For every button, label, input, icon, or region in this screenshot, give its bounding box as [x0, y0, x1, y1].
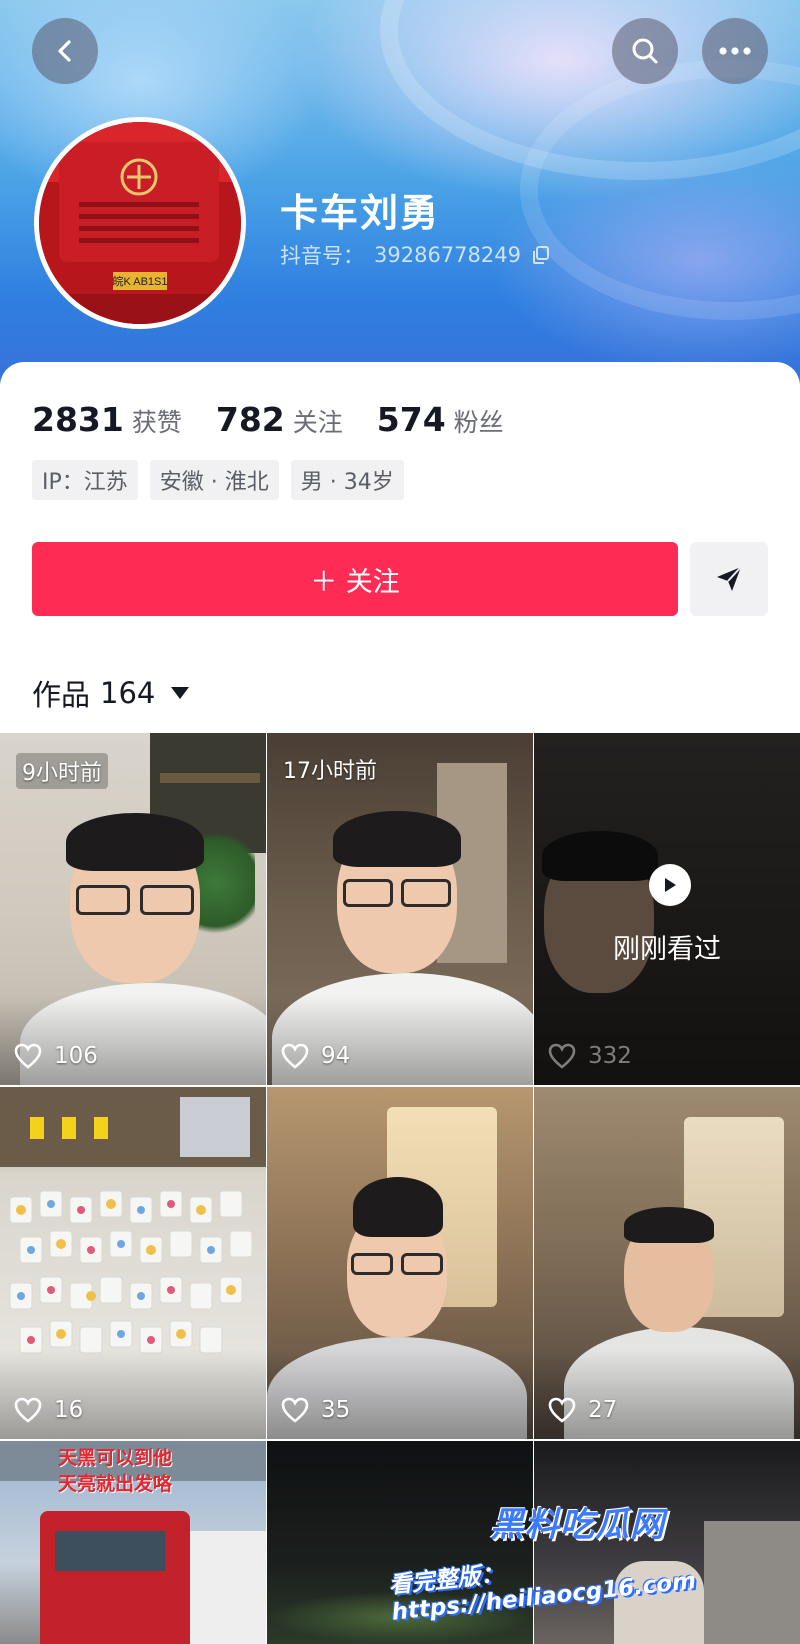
tag-ip: IP：江苏 [32, 460, 138, 500]
likes-count: 35 [321, 1397, 351, 1423]
heart-icon [281, 1043, 309, 1069]
truck-avatar-image: 皖K AB1S1 [39, 122, 241, 324]
search-button[interactable] [612, 18, 678, 84]
video-tile[interactable]: 9小时前 106 [0, 733, 266, 1085]
stat-followers[interactable]: 574 粉丝 [377, 400, 504, 439]
back-button[interactable] [32, 18, 98, 84]
profile-banner: 皖K AB1S1 卡车刘勇 抖音号： 39286778249 [0, 0, 800, 400]
video-likes: 27 [548, 1397, 617, 1423]
profile-nickname: 卡车刘勇 [280, 191, 441, 235]
video-tile[interactable]: 16 [0, 1087, 266, 1439]
video-grid: 9小时前 106 17小时前 94 刚刚看过 332 16 35 27 天黑可以… [0, 733, 800, 1644]
account-id-row: 抖音号： 39286778249 [280, 240, 551, 270]
profile-card: 2831 获赞 782 关注 574 粉丝 IP：江苏 安徽 · 淮北 男 · … [0, 362, 800, 732]
message-button[interactable] [690, 542, 768, 616]
works-label: 作品 [32, 678, 91, 712]
stat-following[interactable]: 782 关注 [216, 400, 343, 439]
stat-likes[interactable]: 2831 获赞 [32, 400, 182, 439]
account-id-value: 39286778249 [374, 243, 521, 267]
copy-icon[interactable] [531, 245, 551, 265]
play-icon [665, 878, 676, 892]
video-likes: 332 [548, 1043, 632, 1069]
thumbnail-shade [0, 995, 266, 1085]
video-tile[interactable]: 27 [534, 1087, 800, 1439]
stat-value: 782 [215, 400, 285, 439]
account-id-label: 抖音号： [280, 244, 364, 268]
stat-value: 574 [376, 400, 446, 439]
heart-icon [14, 1043, 42, 1069]
likes-count: 94 [321, 1043, 351, 1069]
profile-tags: IP：江苏 安徽 · 淮北 男 · 34岁 [32, 460, 404, 500]
back-icon [58, 40, 71, 62]
follow-button-label: ＋ 关注 [310, 566, 400, 598]
tag-location: 安徽 · 淮北 [149, 460, 279, 500]
works-tab[interactable]: 作品 164 [32, 672, 190, 714]
video-tile[interactable]: 17小时前 94 [267, 733, 533, 1085]
video-caption-line: 天亮就出发咯 [58, 1473, 173, 1495]
video-caption-line: 天黑可以到他 [58, 1447, 173, 1469]
stats-row: 2831 获赞 782 关注 574 粉丝 [32, 400, 538, 439]
thumbnail-shade [0, 1349, 266, 1439]
heart-icon [548, 1043, 576, 1069]
likes-count: 16 [54, 1397, 84, 1423]
tag-gender-age: 男 · 34岁 [290, 460, 404, 500]
video-likes: 35 [281, 1397, 350, 1423]
video-time-badge: 9小时前 [16, 753, 108, 789]
stat-label: 粉丝 [453, 408, 504, 437]
stat-value: 2831 [32, 400, 124, 439]
follow-button[interactable]: ＋ 关注 [32, 542, 678, 616]
heart-icon [281, 1397, 309, 1423]
likes-count: 332 [588, 1043, 632, 1069]
thumbnail-shade [267, 995, 533, 1085]
thumbnail-shade [534, 1349, 800, 1439]
thumbnail-shade [267, 1349, 533, 1439]
search-icon [632, 38, 658, 64]
video-tile[interactable]: 刚刚看过 332 [534, 733, 800, 1085]
share-send-icon [717, 566, 742, 591]
video-likes: 16 [14, 1397, 83, 1423]
more-icon [719, 47, 751, 55]
video-tile[interactable]: 天黑可以到他 天亮就出发咯 [0, 1441, 266, 1644]
video-tile[interactable]: 35 [267, 1087, 533, 1439]
more-button[interactable] [702, 18, 768, 84]
stat-label: 获赞 [131, 408, 182, 437]
likes-count: 27 [588, 1397, 618, 1423]
avatar[interactable]: 皖K AB1S1 [34, 117, 246, 329]
video-time-badge: 17小时前 [283, 759, 377, 784]
heart-icon [14, 1397, 42, 1423]
likes-count: 106 [54, 1043, 98, 1069]
works-count: 164 [100, 676, 156, 710]
video-likes: 106 [14, 1043, 98, 1069]
stat-label: 关注 [292, 408, 343, 437]
watched-overlay [534, 733, 800, 1085]
heart-icon [548, 1397, 576, 1423]
license-plate: 皖K AB1S1 [112, 274, 167, 288]
watched-label: 刚刚看过 [613, 934, 721, 965]
video-likes: 94 [281, 1043, 350, 1069]
play-button[interactable] [649, 864, 691, 906]
chevron-down-icon [171, 687, 190, 699]
